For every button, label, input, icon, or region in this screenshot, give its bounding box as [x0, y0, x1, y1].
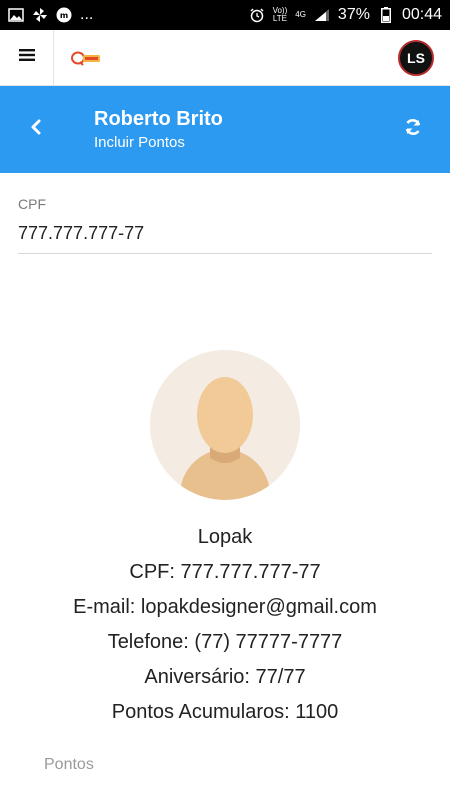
pinwheel-icon	[32, 8, 48, 22]
user-avatar[interactable]: LS	[398, 40, 434, 76]
app-logo	[70, 49, 102, 67]
refresh-icon	[404, 118, 422, 141]
volte-bottom-text: LTE	[272, 14, 287, 23]
cpf-field: CPF	[18, 195, 432, 254]
battery-percent: 37%	[337, 6, 370, 23]
clock: 00:44	[401, 6, 442, 23]
profile-email: E-mail: lopakdesigner@gmail.com	[73, 596, 377, 618]
back-icon	[30, 119, 42, 140]
image-icon	[8, 8, 24, 22]
cpf-label: CPF	[18, 196, 46, 212]
page-header: Roberto Brito Incluir Pontos	[0, 86, 450, 173]
alarm-icon	[249, 8, 265, 23]
profile-info: Lopak CPF: 777.777.777-77 E-mail: lopakd…	[0, 520, 450, 730]
signal-icon	[314, 8, 330, 22]
mm-app-icon: m	[56, 7, 72, 23]
refresh-button[interactable]	[402, 118, 424, 140]
top-app-bar: LS	[0, 29, 450, 86]
battery-icon	[378, 7, 394, 23]
profile-name: Lopak	[197, 526, 253, 548]
page-subtitle: Incluir Pontos	[94, 133, 185, 151]
page-title: Roberto Brito	[94, 107, 223, 130]
back-button[interactable]	[0, 86, 72, 173]
network-type: 4G	[295, 10, 306, 19]
profile-birthday: Aniversário: 77/77	[144, 666, 306, 688]
menu-icon	[18, 48, 35, 67]
points-input-label[interactable]: Pontos	[44, 756, 450, 774]
profile-points: Pontos Acumularos: 1100	[111, 701, 339, 723]
status-ellipsis: ...	[80, 6, 94, 23]
menu-button[interactable]	[0, 29, 54, 86]
avatar-initials: LS	[407, 50, 425, 66]
profile-photo	[150, 350, 300, 500]
cpf-input[interactable]	[18, 221, 432, 245]
profile-cpf: CPF: 777.777.777-77	[129, 561, 321, 583]
profile-phone: Telefone: (77) 77777-7777	[107, 631, 343, 653]
volte-indicator: Vo)) LTE	[273, 7, 288, 23]
svg-text:m: m	[60, 11, 68, 20]
status-bar: m ... Vo)) LTE 4G 37% 00:44	[0, 0, 450, 30]
